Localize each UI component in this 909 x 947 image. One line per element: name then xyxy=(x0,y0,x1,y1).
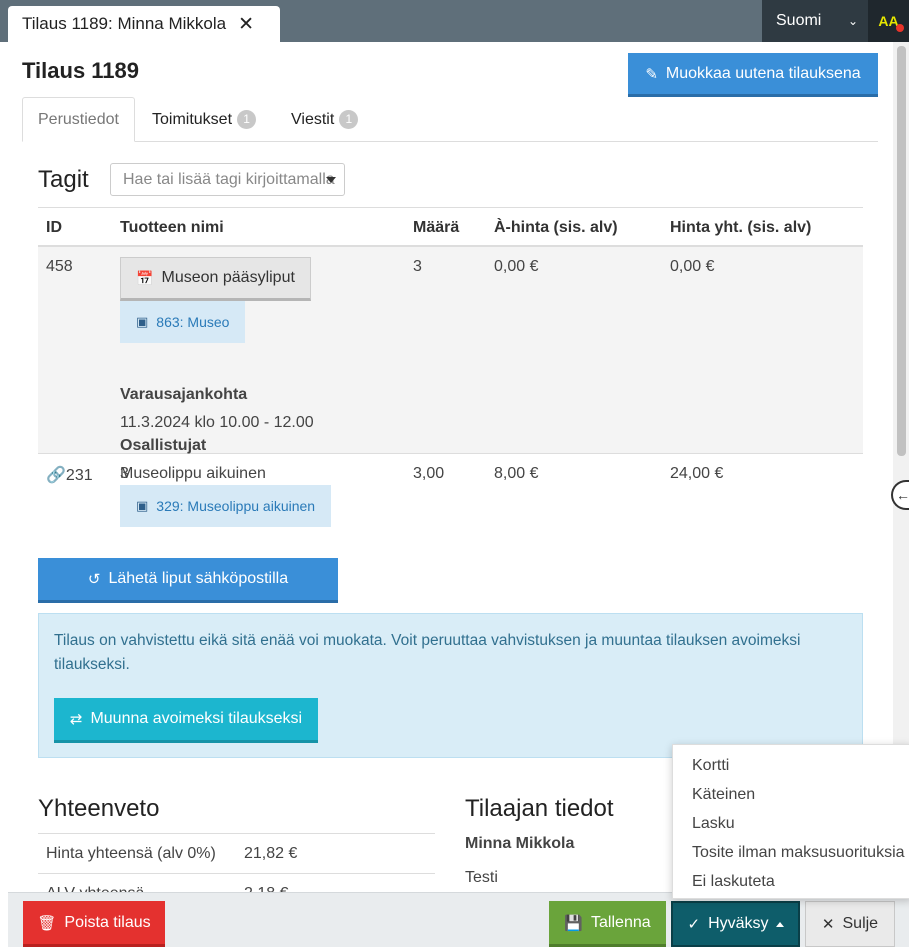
tab-deliveries[interactable]: Toimitukset 1 xyxy=(152,97,257,142)
delete-label: Poista tilaus xyxy=(64,913,151,931)
approve-button[interactable]: ✓ Hyväksy xyxy=(671,901,800,947)
scrollbar-thumb[interactable] xyxy=(897,46,906,456)
customer-name: Minna Mikkola xyxy=(465,835,575,852)
save-button[interactable]: 💾 Tallenna xyxy=(549,901,666,947)
close-button[interactable]: ✕ Sulje xyxy=(805,901,895,947)
summary-row: Hinta yhteensä (alv 0%) 21,82 € xyxy=(38,833,435,873)
send-tickets-label: Lähetä liput sähköpostilla xyxy=(108,570,289,587)
menu-item-not-billed[interactable]: Ei laskuteta xyxy=(673,867,909,896)
check-icon: ✓ xyxy=(687,916,701,933)
header-unit-price: À-hinta (sis. alv) xyxy=(494,219,618,236)
menu-item-card[interactable]: Kortti xyxy=(673,751,909,780)
header-product-name: Tuotteen nimi xyxy=(120,219,224,236)
product-button[interactable]: 📅 Museon pääsyliput xyxy=(120,257,311,301)
row-product-name: Museolippu aikuinen xyxy=(120,465,266,482)
row-id: 458 xyxy=(46,258,73,275)
row-total: 0,00 € xyxy=(670,258,715,275)
menu-item-cash[interactable]: Käteinen xyxy=(673,780,909,809)
summary-heading: Yhteenveto xyxy=(38,795,160,822)
summary-value: 21,82 € xyxy=(244,845,298,862)
tab-bar: Perustiedot Toimitukset 1 Viestit 1 xyxy=(22,97,878,142)
tab-label: Viestit xyxy=(291,110,335,128)
accessibility-button[interactable]: AA xyxy=(868,0,909,42)
product-button-label: Museon pääsyliput xyxy=(161,269,295,286)
count-badge: 1 xyxy=(339,110,359,129)
convert-to-open-button[interactable]: ⇄ Muunna avoimeksi tilaukseksi xyxy=(54,698,318,743)
row-total: 24,00 € xyxy=(670,465,724,482)
menu-item-voucher[interactable]: Tosite ilman maksusuorituksia xyxy=(673,838,909,867)
header-total: Hinta yht. (sis. alv) xyxy=(670,219,812,236)
info-text: Tilaus on vahvistettu eikä sitä enää voi… xyxy=(54,632,801,673)
summary-label: Hinta yhteensä (alv 0%) xyxy=(46,845,216,862)
notification-dot-icon xyxy=(896,24,904,32)
row-unit-price: 0,00 € xyxy=(494,258,539,275)
reservation-label: Varausajankohta xyxy=(120,386,248,403)
delete-order-button[interactable]: 🗑 Poista tilaus xyxy=(23,901,165,947)
language-label: Suomi xyxy=(776,12,822,29)
link-icon: 🔗 xyxy=(46,467,66,484)
page-title: Tilaus 1189 xyxy=(22,58,140,83)
row-quantity: 3,00 xyxy=(413,465,445,482)
customer-heading: Tilaajan tiedot xyxy=(465,795,614,822)
caret-up-icon xyxy=(775,921,784,927)
product-tag-label: 329: Museolippu aikuinen xyxy=(156,498,316,514)
tab-label: Perustiedot xyxy=(38,110,119,128)
send-tickets-email-button[interactable]: ↺ Lähetä liput sähköpostilla xyxy=(38,558,338,603)
customer-detail: Testi xyxy=(465,869,498,886)
row-id: 231 xyxy=(65,467,93,484)
cube-icon: ▣ xyxy=(136,498,149,513)
menu-item-invoice[interactable]: Lasku xyxy=(673,809,909,838)
tag-search-input[interactable]: Hae tai lisää tagi kirjoittamalla xyxy=(110,163,345,196)
tab-messages[interactable]: Viestit 1 xyxy=(291,97,359,142)
row-id-with-link: 🔗231 xyxy=(46,465,93,485)
cube-icon: ▣ xyxy=(136,314,149,329)
row-unit-price: 8,00 € xyxy=(494,465,539,482)
product-tag[interactable]: ▣ 863: Museo xyxy=(120,301,246,343)
edit-as-new-label: Muokkaa uutena tilauksena xyxy=(665,64,861,82)
document-tab[interactable]: Tilaus 1189: Minna Mikkola ✕ xyxy=(8,6,280,42)
close-icon: ✕ xyxy=(821,916,835,933)
reservation-value: 11.3.2024 klo 10.00 - 12.00 xyxy=(120,414,314,431)
tag-placeholder: Hae tai lisää tagi kirjoittamalla xyxy=(123,170,335,188)
chevron-down-icon: ⌄ xyxy=(847,14,858,28)
calendar-icon: 📅 xyxy=(136,269,154,286)
table-row: 458 📅 Museon pääsyliput ▣ 863: Museo Var… xyxy=(38,247,863,482)
header-quantity: Määrä xyxy=(413,219,460,236)
tags-heading: Tagit xyxy=(38,166,89,193)
language-select[interactable]: Suomi ⌄ xyxy=(762,0,868,42)
caret-down-icon xyxy=(326,177,336,183)
header-id: ID xyxy=(46,219,62,236)
order-lines-table: ID Tuotteen nimi Määrä À-hinta (sis. alv… xyxy=(38,207,863,534)
close-label: Sulje xyxy=(842,915,879,932)
exchange-icon: ⇄ xyxy=(69,711,83,728)
edit-icon: ✎ xyxy=(645,65,658,83)
table-header: ID Tuotteen nimi Määrä À-hinta (sis. alv… xyxy=(38,207,863,247)
tab-basic-info[interactable]: Perustiedot xyxy=(22,97,135,142)
edit-as-new-button[interactable]: ✎ Muokkaa uutena tilauksena xyxy=(628,53,878,97)
convert-label: Muunna avoimeksi tilaukseksi xyxy=(90,710,303,727)
product-tag[interactable]: ▣ 329: Museolippu aikuinen xyxy=(120,485,332,527)
floppy-icon: 💾 xyxy=(564,914,584,932)
save-label: Tallenna xyxy=(591,913,651,931)
tab-label: Toimitukset xyxy=(152,110,233,128)
row-quantity: 3 xyxy=(413,258,422,275)
count-badge: 1 xyxy=(237,110,257,129)
refresh-icon: ↺ xyxy=(87,571,101,588)
payment-method-menu: Kortti Käteinen Lasku Tosite ilman maksu… xyxy=(672,744,909,899)
product-tag-label: 863: Museo xyxy=(156,314,230,330)
info-alert: Tilaus on vahvistettu eikä sitä enää voi… xyxy=(38,613,863,758)
approve-label: Hyväksy xyxy=(708,915,769,932)
document-tab-title: Tilaus 1189: Minna Mikkola xyxy=(22,14,227,33)
trash-icon: 🗑 xyxy=(37,914,57,932)
participants-label: Osallistujat xyxy=(120,437,207,454)
close-tab-icon[interactable]: ✕ xyxy=(238,15,254,34)
table-row: 🔗231 Museolippu aikuinen ▣ 329: Museolip… xyxy=(38,454,863,534)
